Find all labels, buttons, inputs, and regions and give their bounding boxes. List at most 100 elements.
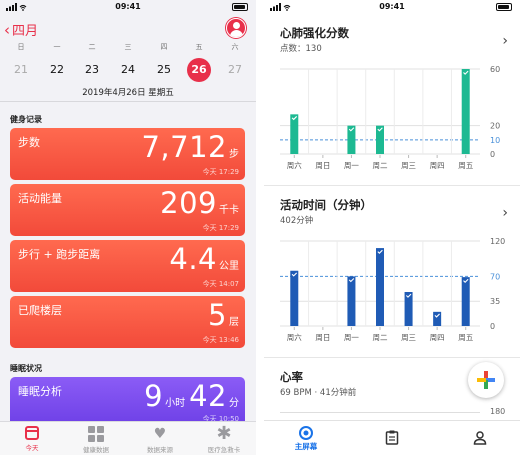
- chevron-left-icon: ‹: [4, 20, 10, 39]
- weekday-label: 六: [231, 43, 239, 51]
- chevron-right-icon[interactable]: ›: [502, 33, 508, 49]
- tab-label: 医疗急救卡: [207, 446, 241, 454]
- sleep-section-header: 睡眠状况: [10, 364, 42, 373]
- sleep-minutes: 42: [189, 379, 227, 413]
- card-value-group: 9 小时 42 分: [144, 379, 239, 413]
- x-tick-label: 周四: [430, 161, 445, 170]
- card-title: 已爬楼层: [18, 304, 62, 317]
- card-timestamp: 今天 17:29: [202, 224, 239, 232]
- weekday-label: 二: [88, 43, 96, 51]
- active-energy-card[interactable]: 活动能量 209 千卡 今天 17:29: [10, 184, 245, 236]
- steps-card[interactable]: 步数 7,712 步 今天 17:29: [10, 128, 245, 180]
- weekday-label: 五: [195, 43, 203, 51]
- fitness-section-header: 健身记录: [10, 115, 42, 124]
- health-app-panel: 09:41 ‹ 四月 日 一 二 三 四 五 六 21 22 23 24 25 …: [0, 0, 256, 455]
- cardio-points-chart: 0 10 20 60 周六 周日 周一 周二 周三 周四 周五: [280, 65, 500, 170]
- date-cell[interactable]: 27: [220, 58, 250, 82]
- y-tick-label: 120: [490, 237, 505, 246]
- date-cell-selected[interactable]: 26: [184, 58, 214, 82]
- status-time: 09:41: [115, 2, 141, 11]
- card-value-group: 5 层: [208, 298, 239, 332]
- y-tick-label: 20: [490, 122, 500, 131]
- back-button[interactable]: ‹ 四月: [4, 20, 38, 39]
- weekday-row: 日 一 二 三 四 五 六: [0, 42, 256, 54]
- card-value-group: 209 千卡: [160, 186, 239, 220]
- cardio-points-title: 心肺强化分数: [280, 26, 349, 40]
- x-tick-label: 周五: [458, 333, 473, 342]
- date-cell[interactable]: 23: [77, 58, 107, 82]
- sleep-hours: 9: [144, 379, 164, 413]
- date-cell[interactable]: 21: [6, 58, 36, 82]
- date-cell[interactable]: 24: [113, 58, 143, 82]
- card-unit: 公里: [219, 261, 239, 272]
- x-tick-label: 周日: [315, 161, 330, 170]
- add-fab-button[interactable]: [468, 362, 504, 398]
- tab-label: 健康数据: [83, 446, 109, 454]
- avatar-body: [230, 30, 243, 37]
- profile-avatar[interactable]: [226, 18, 246, 38]
- tab-medical-id[interactable]: ✱ 医疗急救卡: [192, 425, 256, 455]
- nav-profile[interactable]: [470, 430, 490, 449]
- x-tick-label: 周二: [373, 333, 388, 342]
- date-cell[interactable]: 22: [42, 58, 72, 82]
- chevron-right-icon[interactable]: ›: [502, 205, 508, 221]
- tab-label: 数据来源: [147, 446, 173, 454]
- move-minutes-chart: 0 35 70 120 周六 周日 周一 周二 周三 周四 周五: [280, 237, 505, 342]
- y-tick-label: 70: [490, 272, 500, 281]
- heart-rate-gridline: [280, 412, 480, 413]
- back-label: 四月: [12, 24, 39, 39]
- divider: [0, 101, 256, 102]
- heart-rate-subtitle: 69 BPM · 41分钟前: [280, 388, 357, 398]
- chart-bar: [461, 277, 470, 326]
- x-tick-label: 周日: [315, 333, 330, 342]
- sleep-hours-unit: 小时: [165, 398, 186, 409]
- tab-today[interactable]: 今天: [0, 426, 64, 452]
- date-row: 21 22 23 24 25 26 27: [0, 58, 256, 82]
- tab-bar: 今天 健康数据 ♥ 数据来源 ✱ 医疗急救卡: [0, 421, 256, 455]
- status-bar: 09:41: [264, 0, 520, 14]
- flights-climbed-card[interactable]: 已爬楼层 5 层 今天 13:46: [10, 296, 245, 348]
- status-time: 09:41: [379, 2, 405, 11]
- card-title: 步数: [18, 136, 40, 149]
- card-timestamp: 今天 14:07: [202, 280, 239, 288]
- sleep-analysis-card[interactable]: 睡眠分析 9 小时 42 分 今天 10:50: [10, 377, 245, 427]
- top-bar: ‹ 四月: [0, 14, 256, 42]
- x-tick-label: 周六: [287, 332, 302, 342]
- y-tick-label: 60: [490, 65, 500, 74]
- card-title: 活动能量: [18, 192, 62, 205]
- tab-health-data[interactable]: 健康数据: [64, 426, 128, 454]
- chart-bar: [461, 69, 470, 154]
- card-unit: 步: [229, 149, 239, 160]
- x-tick-label: 周五: [458, 161, 473, 170]
- tab-label: 今天: [25, 444, 39, 452]
- nav-label: 主屏幕: [294, 442, 318, 451]
- card-value: 209: [160, 186, 217, 220]
- weekday-label: 一: [53, 43, 61, 51]
- x-tick-label: 周四: [430, 333, 445, 342]
- y-tick-label: 0: [490, 150, 495, 159]
- plus-icon: [477, 371, 495, 389]
- weekday-label: 四: [160, 43, 168, 51]
- tab-sources[interactable]: ♥ 数据来源: [128, 426, 192, 454]
- heart-icon: ♥: [153, 426, 167, 442]
- weekday-label: 三: [124, 43, 132, 51]
- weekday-label: 日: [17, 43, 25, 51]
- date-cell[interactable]: 25: [149, 58, 179, 82]
- home-icon: [299, 426, 313, 440]
- chart-bar: [347, 276, 356, 326]
- nav-journal[interactable]: [382, 430, 402, 449]
- chart-bar: [376, 248, 384, 326]
- card-unit: 层: [229, 317, 239, 328]
- cardio-points-subtitle: 点数：130: [280, 44, 322, 54]
- panel-divider: [256, 0, 264, 455]
- walking-running-distance-card[interactable]: 步行 + 跑步距离 4.4 公里 今天 14:07: [10, 240, 245, 292]
- x-tick-label: 周三: [401, 161, 416, 170]
- x-tick-label: 周一: [344, 333, 359, 342]
- calendar-icon: [25, 426, 39, 440]
- section-divider: [264, 185, 520, 186]
- grid-icon: [88, 426, 104, 442]
- card-value-group: 4.4 公里: [169, 242, 239, 276]
- nav-home[interactable]: 主屏幕: [284, 425, 328, 452]
- avatar-head: [233, 22, 240, 29]
- selected-date-title: 2019年4月26日 星期五: [82, 88, 174, 98]
